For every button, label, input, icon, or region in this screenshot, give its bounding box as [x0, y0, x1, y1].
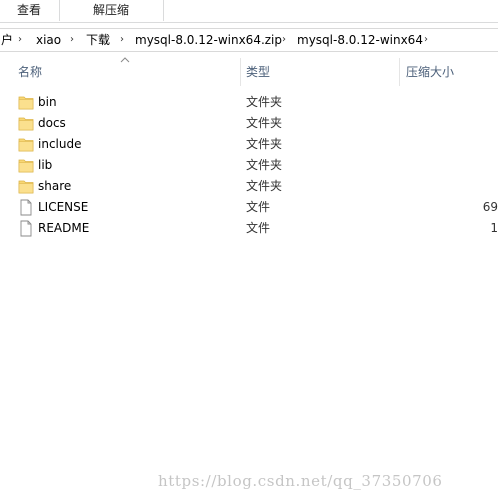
file-compressed-size: 1	[490, 221, 498, 235]
column-header-type[interactable]: 类型	[246, 58, 270, 86]
folder-icon	[18, 157, 34, 174]
file-type: 文件	[246, 221, 271, 235]
file-type: 文件	[246, 200, 271, 214]
watermark: https://blog.csdn.net/qq_37350706	[158, 472, 443, 490]
document-icon	[18, 220, 34, 237]
chevron-right-icon[interactable]: ›	[18, 29, 22, 51]
file-row[interactable]: share 文件夹	[0, 176, 498, 197]
file-row[interactable]: include 文件夹	[0, 134, 498, 155]
file-name: README	[38, 221, 90, 235]
tab-divider	[163, 0, 164, 21]
file-row[interactable]: bin 文件夹	[0, 92, 498, 113]
file-compressed-size: 69	[482, 200, 498, 214]
chevron-right-icon[interactable]: ›	[282, 29, 286, 51]
breadcrumb-item-folder[interactable]: mysql-8.0.12-winx64	[297, 29, 423, 51]
file-type: 文件夹	[246, 158, 283, 172]
file-row[interactable]: lib 文件夹	[0, 155, 498, 176]
column-divider[interactable]	[240, 58, 241, 86]
chevron-right-icon[interactable]: ›	[424, 29, 428, 51]
tab-extract[interactable]: 解压缩	[60, 0, 162, 22]
file-row[interactable]: README 文件 1	[0, 218, 498, 239]
folder-icon	[18, 136, 34, 153]
breadcrumb-item-zip[interactable]: mysql-8.0.12-winx64.zip	[135, 29, 282, 51]
breadcrumb-item-xiao[interactable]: xiao	[36, 29, 61, 51]
file-name: include	[38, 137, 82, 151]
column-divider[interactable]	[399, 58, 400, 86]
tab-view[interactable]: 查看	[0, 0, 58, 22]
file-name: bin	[38, 95, 57, 109]
file-name: LICENSE	[38, 200, 89, 214]
file-type: 文件夹	[246, 95, 283, 109]
file-name: docs	[38, 116, 66, 130]
column-header-name[interactable]: 名称	[18, 58, 42, 86]
folder-icon	[18, 178, 34, 195]
breadcrumb: 户 › xiao › 下载 › mysql-8.0.12-winx64.zip …	[0, 28, 498, 52]
chevron-right-icon[interactable]: ›	[120, 29, 124, 51]
file-type: 文件夹	[246, 116, 283, 130]
ribbon-tab-bar: 查看 解压缩	[0, 0, 498, 23]
chevron-right-icon[interactable]: ›	[70, 29, 74, 51]
file-type: 文件夹	[246, 137, 283, 151]
file-name: share	[38, 179, 72, 193]
file-row[interactable]: docs 文件夹	[0, 113, 498, 134]
document-icon	[18, 199, 34, 216]
column-header-compressed-size[interactable]: 压缩大小	[406, 58, 454, 86]
sort-up-icon	[120, 57, 130, 63]
breadcrumb-item-downloads[interactable]: 下载	[86, 29, 110, 51]
file-name: lib	[38, 158, 53, 172]
file-type: 文件夹	[246, 179, 283, 193]
breadcrumb-item-user[interactable]: 户	[1, 29, 13, 51]
folder-icon	[18, 94, 34, 111]
folder-icon	[18, 115, 34, 132]
file-row[interactable]: LICENSE 文件 69	[0, 197, 498, 218]
